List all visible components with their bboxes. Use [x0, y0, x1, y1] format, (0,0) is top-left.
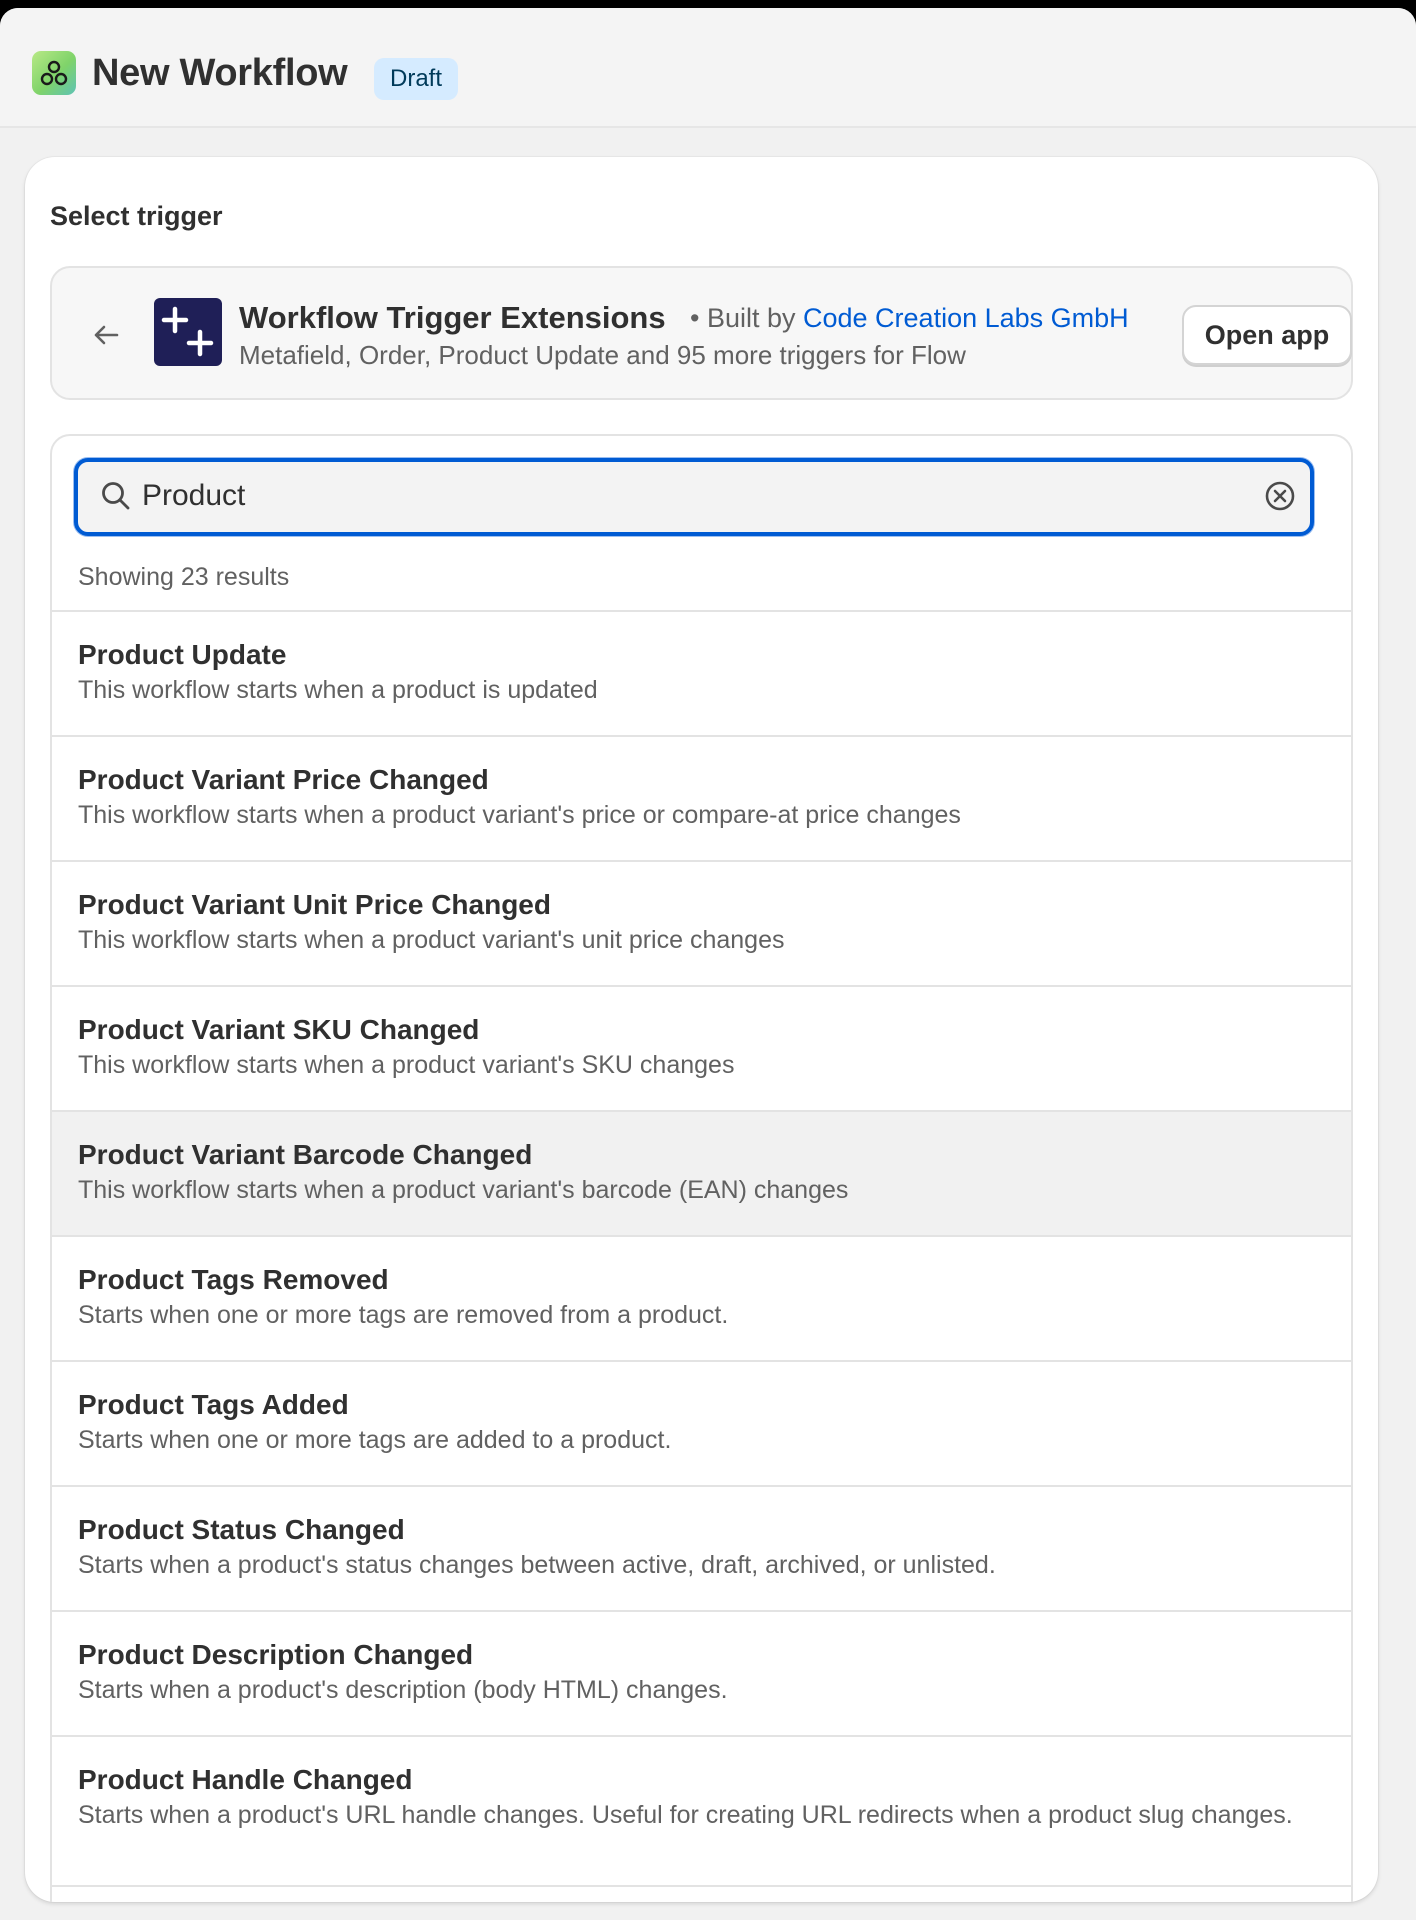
developer-link[interactable]: Code Creation Labs GmbH: [803, 303, 1129, 333]
trigger-results: Showing 23 results Product Update This w…: [50, 434, 1353, 1902]
trigger-item-selected[interactable]: Product Variant Barcode Changed This wor…: [52, 1112, 1351, 1237]
trigger-item[interactable]: Product Variant Price Changed This workf…: [52, 737, 1351, 862]
trigger-title: Product Update: [78, 639, 287, 670]
trigger-item[interactable]: Product Variant SKU Changed This workflo…: [52, 987, 1351, 1112]
trigger-description: Starts when one or more tags are removed…: [78, 1301, 729, 1329]
status-badge: Draft: [374, 58, 459, 100]
search-input[interactable]: [142, 476, 1222, 516]
extension-logo: [154, 298, 222, 366]
section-title: Select trigger: [50, 201, 223, 231]
trigger-description: This workflow starts when a product vari…: [78, 801, 961, 829]
trigger-description: Starts when a product's URL handle chang…: [78, 1801, 1293, 1829]
clear-search-icon[interactable]: [1262, 478, 1298, 514]
trigger-title: Product Description Changed: [78, 1639, 474, 1670]
trigger-description: Starts when one or more tags are added t…: [78, 1426, 672, 1454]
trigger-title: Product Variant Unit Price Changed: [78, 889, 551, 920]
trigger-item[interactable]: Product Variant Unit Price Changed This …: [52, 862, 1351, 987]
trigger-title: Product Tags Added: [78, 1389, 349, 1420]
trigger-title: Product Handle Changed: [78, 1764, 413, 1795]
trigger-description: This workflow starts when a product vari…: [78, 926, 785, 954]
built-by-text: • Built by Code Creation Labs GmbH: [690, 303, 1129, 334]
trigger-title: Product Tags Removed: [78, 1264, 389, 1295]
plus-plus-icon: [161, 306, 214, 357]
trigger-title: Product Status Changed: [78, 1514, 405, 1545]
trigger-title: Product Variant Price Changed: [78, 764, 489, 795]
trigger-item[interactable]: Product Handle Changed Starts when a pro…: [52, 1737, 1351, 1887]
trigger-item[interactable]: Product Tags Added Starts when one or mo…: [52, 1362, 1351, 1487]
trigger-title: Product Variant Barcode Changed: [78, 1139, 533, 1170]
flow-nodes-icon: [40, 60, 68, 86]
trigger-title: Product Variant SKU Changed: [78, 1014, 480, 1045]
extension-description: Metafield, Order, Product Update and 95 …: [239, 340, 966, 370]
results-count: Showing 23 results: [78, 563, 290, 591]
back-arrow-icon[interactable]: [90, 319, 122, 351]
page-title: New Workflow: [92, 52, 348, 94]
extension-info: Workflow Trigger Extensions • Built by C…: [50, 266, 1353, 400]
flow-app-icon: [32, 51, 76, 95]
built-by-prefix: • Built by: [690, 303, 803, 333]
trigger-item[interactable]: Product Description Changed Starts when …: [52, 1612, 1351, 1737]
search-field[interactable]: [74, 458, 1314, 536]
trigger-description: Starts when a product's description (bod…: [78, 1676, 728, 1704]
trigger-list: Product Update This workflow starts when…: [52, 610, 1351, 1887]
trigger-item[interactable]: Product Tags Removed Starts when one or …: [52, 1237, 1351, 1362]
trigger-description: This workflow starts when a product vari…: [78, 1051, 735, 1079]
page-header: New Workflow Draft: [0, 8, 1416, 128]
open-app-button[interactable]: Open app: [1182, 305, 1352, 365]
extension-name: Workflow Trigger Extensions: [239, 300, 666, 335]
select-trigger-card: Select trigger Workflow Trigger Extensio…: [25, 157, 1378, 1902]
trigger-description: This workflow starts when a product is u…: [78, 676, 598, 704]
trigger-description: This workflow starts when a product vari…: [78, 1176, 849, 1204]
search-icon: [102, 482, 130, 510]
trigger-item[interactable]: Product Update This workflow starts when…: [52, 612, 1351, 737]
app-window: New Workflow Draft Select trigger Workfl…: [0, 8, 1416, 1920]
trigger-item[interactable]: Product Status Changed Starts when a pro…: [52, 1487, 1351, 1612]
trigger-description: Starts when a product's status changes b…: [78, 1551, 996, 1579]
